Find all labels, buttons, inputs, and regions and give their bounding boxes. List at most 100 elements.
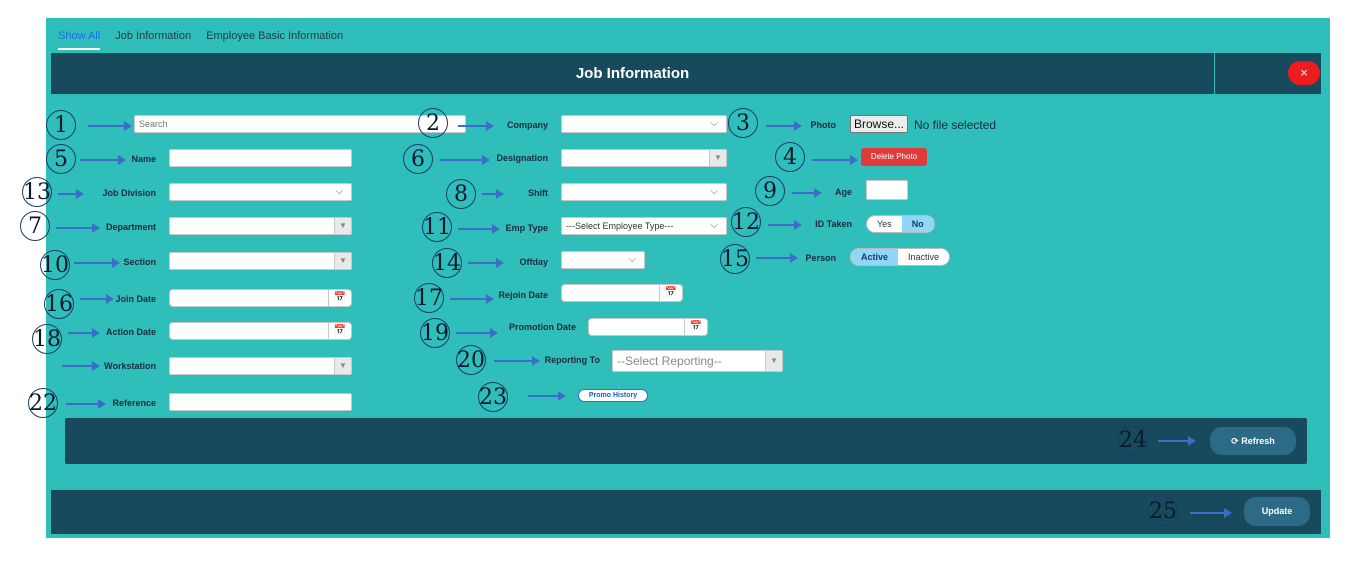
annotation-7: 7 xyxy=(20,211,50,241)
refresh-icon: ⟳ xyxy=(1231,436,1242,446)
refresh-button[interactable]: ⟳ Refresh xyxy=(1210,427,1296,455)
designation-select[interactable]: ▼ xyxy=(561,149,727,167)
emp-type-select[interactable]: ---Select Employee Type--- ⌵ xyxy=(561,217,727,235)
chevron-down-icon: ⌵ xyxy=(710,186,718,197)
search-input[interactable] xyxy=(134,115,466,133)
close-button[interactable]: × xyxy=(1288,61,1320,85)
person-toggle: Active Inactive xyxy=(850,248,951,266)
name-input[interactable] xyxy=(169,149,352,167)
annotation-arrow xyxy=(66,399,106,409)
delete-photo-button[interactable]: Delete Photo xyxy=(861,148,927,166)
action-date-label: Action Date xyxy=(105,327,156,337)
name-label: Name xyxy=(131,154,156,164)
tab-bar: Show All Job Information Employee Basic … xyxy=(58,30,355,50)
annotation-arrow xyxy=(1158,436,1196,446)
dropdown-arrow-icon: ▼ xyxy=(334,253,351,269)
department-select[interactable]: ▼ xyxy=(169,217,352,235)
annotation-18: 18 xyxy=(32,324,62,354)
offday-select[interactable]: ⌵ xyxy=(561,251,645,269)
annotation-15: 15 xyxy=(720,244,750,274)
refresh-label: Refresh xyxy=(1241,436,1275,446)
chevron-down-icon: ⌵ xyxy=(335,186,343,197)
calendar-icon[interactable]: 📅 xyxy=(328,290,351,306)
annotation-arrow xyxy=(58,189,84,199)
annotation-5: 5 xyxy=(46,144,76,174)
workstation-select[interactable]: ▼ xyxy=(169,357,352,375)
department-label: Department xyxy=(105,222,156,232)
promotion-date-input[interactable]: 📅 xyxy=(588,318,708,336)
annotation-14: 14 xyxy=(432,248,462,278)
reference-label: Reference xyxy=(112,398,156,408)
annotation-arrow xyxy=(494,356,540,366)
offday-label: Offday xyxy=(519,257,548,267)
dropdown-arrow-icon: ▼ xyxy=(334,218,351,234)
emp-type-label: Emp Type xyxy=(505,223,548,233)
chevron-down-icon: ⌵ xyxy=(710,118,718,129)
footer-bar xyxy=(51,490,1321,534)
id-taken-no[interactable]: No xyxy=(901,216,934,232)
shift-select[interactable]: ⌵ xyxy=(561,183,727,201)
person-active[interactable]: Active xyxy=(851,249,899,265)
rejoin-date-input[interactable]: 📅 xyxy=(561,284,683,302)
annotation-24: 24 xyxy=(1118,425,1148,455)
calendar-icon[interactable]: 📅 xyxy=(328,323,351,339)
action-date-input[interactable]: 📅 xyxy=(169,322,352,340)
photo-label: Photo xyxy=(810,120,837,130)
annotation-arrow xyxy=(812,155,858,165)
person-inactive[interactable]: Inactive xyxy=(898,249,949,265)
annotation-arrow xyxy=(440,155,490,165)
file-status: No file selected xyxy=(914,118,997,132)
tab-show-all[interactable]: Show All xyxy=(58,30,101,50)
annotation-11: 11 xyxy=(422,212,452,242)
emp-type-value: ---Select Employee Type--- xyxy=(566,221,674,231)
annotation-8: 8 xyxy=(446,179,476,209)
chevron-down-icon: ⌵ xyxy=(710,220,718,231)
annotation-4: 4 xyxy=(775,142,805,172)
annotation-arrow xyxy=(528,391,566,401)
tab-job-information[interactable]: Job Information xyxy=(115,30,191,42)
annotation-23: 23 xyxy=(478,382,508,412)
dialog-title: Job Information xyxy=(51,53,1214,94)
annotation-arrow xyxy=(1190,508,1232,518)
annotation-19: 19 xyxy=(420,318,450,348)
annotation-2: 2 xyxy=(418,108,448,138)
promo-history-button[interactable]: Promo History xyxy=(578,389,648,402)
annotation-arrow xyxy=(456,328,498,338)
annotation-22: 22 xyxy=(28,388,58,418)
promotion-date-label: Promotion Date xyxy=(508,322,576,332)
annotation-arrow xyxy=(458,224,500,234)
calendar-icon[interactable]: 📅 xyxy=(684,319,707,335)
company-select[interactable]: ⌵ xyxy=(561,115,727,133)
annotation-9: 9 xyxy=(755,176,785,206)
dropdown-arrow-icon: ▼ xyxy=(334,358,351,374)
annotation-arrow xyxy=(756,253,798,263)
shift-label: Shift xyxy=(528,188,548,198)
section-label: Section xyxy=(123,257,156,267)
reporting-to-select[interactable]: --Select Reporting-- ▼ xyxy=(612,350,783,372)
section-select[interactable]: ▼ xyxy=(169,252,352,270)
join-date-label: Join Date xyxy=(115,294,156,304)
join-date-input[interactable]: 📅 xyxy=(169,289,352,307)
job-division-select[interactable]: ⌵ xyxy=(169,183,352,201)
annotation-arrow xyxy=(768,220,802,230)
reference-input[interactable] xyxy=(169,393,352,411)
person-label: Person xyxy=(805,253,836,263)
annotation-arrow xyxy=(450,294,494,304)
annotation-arrow xyxy=(792,188,822,198)
annotation-6: 6 xyxy=(403,144,433,174)
annotation-16: 16 xyxy=(44,289,74,319)
designation-label: Designation xyxy=(496,153,548,163)
reporting-to-label: Reporting To xyxy=(544,355,600,365)
job-division-label: Job Division xyxy=(102,188,156,198)
reporting-to-value: --Select Reporting-- xyxy=(617,354,722,368)
dropdown-arrow-icon: ▼ xyxy=(709,150,726,166)
annotation-10: 10 xyxy=(40,250,70,280)
update-button[interactable]: Update xyxy=(1244,497,1310,526)
rejoin-date-label: Rejoin Date xyxy=(498,290,548,300)
annotation-arrow xyxy=(458,121,494,131)
browse-button[interactable]: Browse... xyxy=(850,115,908,133)
tab-employee-basic-information[interactable]: Employee Basic Information xyxy=(206,30,343,42)
id-taken-yes[interactable]: Yes xyxy=(867,216,902,232)
age-input[interactable] xyxy=(866,180,908,200)
calendar-icon[interactable]: 📅 xyxy=(659,285,682,301)
